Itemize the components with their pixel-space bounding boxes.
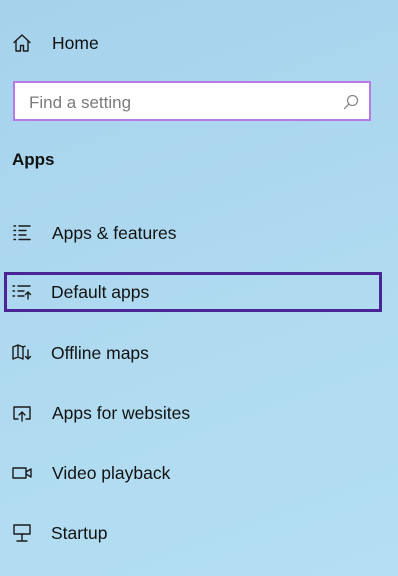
sidebar-item-offline-maps[interactable]: Offline maps (0, 333, 392, 373)
sidebar-item-apps-for-websites[interactable]: Apps for websites (0, 393, 392, 433)
sidebar-item-label: Apps & features (52, 222, 177, 243)
section-title: Apps (12, 150, 55, 169)
home-icon (11, 32, 33, 54)
sidebar-item-video-playback[interactable]: Video playback (0, 453, 392, 493)
nav-item-home[interactable]: Home (0, 23, 392, 63)
sidebar-item-startup[interactable]: Startup (0, 513, 392, 553)
sidebar-item-label: Offline maps (51, 342, 149, 363)
focus-indicator (4, 272, 382, 312)
nav-item-label: Home (52, 32, 99, 53)
offline-maps-icon (11, 342, 33, 364)
apps-features-icon (11, 222, 33, 244)
search-input[interactable]: Find a setting (13, 81, 371, 121)
apps-for-websites-icon (11, 402, 33, 424)
search-placeholder: Find a setting (29, 93, 132, 112)
video-playback-icon (11, 462, 33, 484)
sidebar-item-label: Apps for websites (52, 402, 191, 423)
sidebar-item-apps-features[interactable]: Apps & features (0, 213, 392, 253)
sidebar-item-label: Video playback (52, 462, 171, 483)
sidebar-item-label: Startup (51, 522, 108, 543)
startup-icon (11, 522, 33, 544)
search-icon (342, 93, 360, 111)
